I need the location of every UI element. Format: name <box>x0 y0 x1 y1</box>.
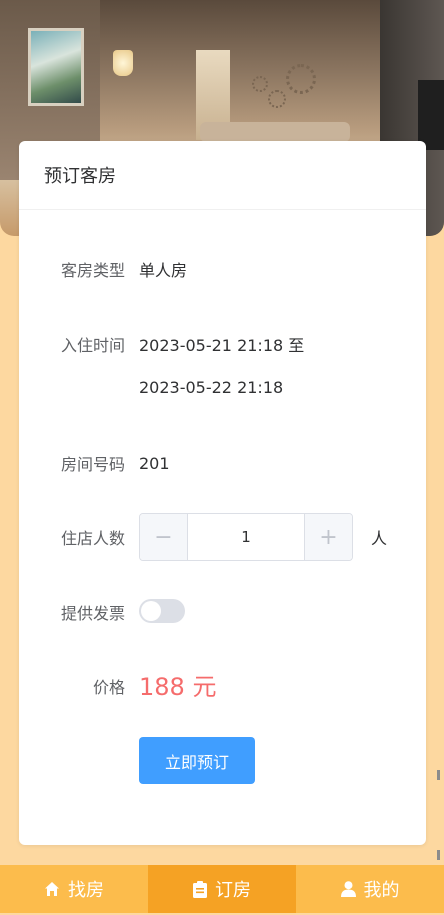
home-icon <box>45 882 59 896</box>
room-type-value: 单人房 <box>139 261 188 280</box>
toggle-knob <box>141 601 161 621</box>
checkin-label: 入住时间 <box>60 336 125 355</box>
room-type-label: 客房类型 <box>60 261 125 280</box>
user-icon <box>340 881 356 897</box>
booking-card: 预订客房 客房类型 单人房 入住时间 2023-05-21 21:18 至 20… <box>19 141 426 845</box>
card-title: 预订客房 <box>19 141 426 210</box>
tab-my-profile[interactable]: 我的 <box>296 865 444 913</box>
guests-label: 住店人数 <box>60 529 125 548</box>
guests-stepper: − 1 + <box>139 513 353 561</box>
invoice-label: 提供发票 <box>60 604 125 623</box>
checkin-start: 2023-05-21 21:18 至 <box>139 336 305 355</box>
invoice-row: 提供发票 <box>19 600 125 624</box>
tab-label: 找房 <box>68 880 104 901</box>
tab-find-room[interactable]: 找房 <box>0 865 148 913</box>
checkin-end-row: 2023-05-22 21:18 <box>139 378 283 397</box>
room-number-row: 房间号码 201 <box>19 451 170 475</box>
book-now-button[interactable]: 立即预订 <box>139 737 255 784</box>
increase-guests-button[interactable]: + <box>304 514 352 560</box>
room-number-label: 房间号码 <box>60 455 125 474</box>
guests-count-input[interactable]: 1 <box>188 514 304 560</box>
bottom-tab-bar: 找房 订房 我的 <box>0 865 444 913</box>
guests-unit: 人 <box>371 529 388 548</box>
price-value: 188 元 <box>139 673 217 701</box>
tab-label: 订房 <box>215 880 251 901</box>
price-row: 价格 <box>19 674 125 698</box>
guests-row: 住店人数 <box>19 525 125 549</box>
scrollbar-marker <box>437 770 440 780</box>
price-label: 价格 <box>92 678 125 697</box>
clipboard-icon <box>193 880 207 898</box>
decrease-guests-button[interactable]: − <box>140 514 188 560</box>
invoice-toggle[interactable] <box>139 599 185 623</box>
room-type-row: 客房类型 单人房 <box>19 257 187 281</box>
tab-book-room[interactable]: 订房 <box>148 865 296 913</box>
checkin-end: 2023-05-22 21:18 <box>139 378 284 397</box>
scrollbar-marker <box>437 850 440 860</box>
room-number-value: 201 <box>139 453 170 473</box>
checkin-row: 入住时间 2023-05-21 21:18 至 <box>19 332 304 356</box>
tab-label: 我的 <box>363 880 400 901</box>
